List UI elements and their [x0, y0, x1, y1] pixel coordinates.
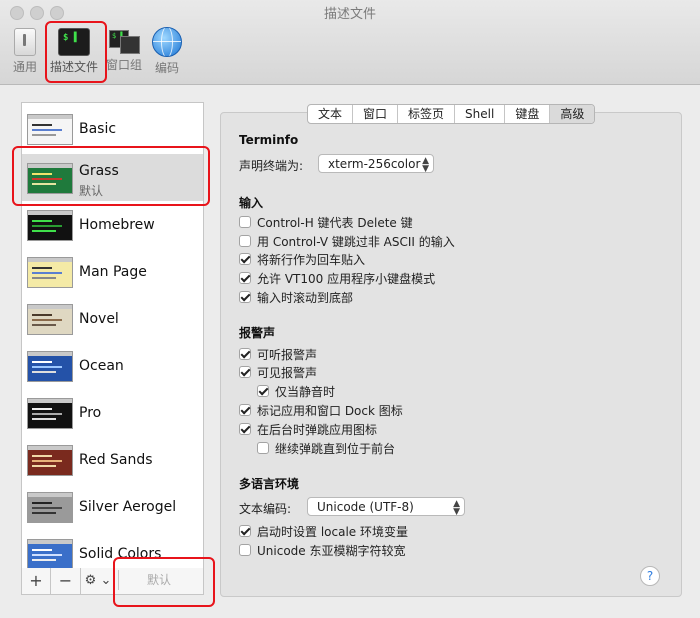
remove-profile-button[interactable]: − — [51, 568, 81, 594]
checkbox[interactable] — [239, 216, 251, 228]
profile-list[interactable]: Basic Grass 默认 Homebrew Man Page Novel O… — [21, 102, 204, 570]
option-bounce-app-icon[interactable]: 在后台时弹跳应用图标 — [239, 421, 377, 437]
chevron-up-down-icon: ▲ ▼ — [422, 156, 429, 174]
profile-actions-gear-icon[interactable]: ⚙︎ ⌄ — [81, 568, 115, 594]
checkbox[interactable] — [239, 348, 251, 360]
window-groups-icon: $ ▌ — [107, 28, 141, 54]
window-title: 描述文件 — [323, 7, 376, 22]
checkbox[interactable] — [239, 525, 251, 537]
tab-advanced[interactable]: 高级 — [550, 105, 595, 123]
profile-thumbnail — [27, 539, 73, 569]
option-badge-dock-icon[interactable]: 标记应用和窗口 Dock 图标 — [239, 402, 403, 418]
declare-terminal-label: 声明终端为: — [239, 159, 304, 173]
profile-thumbnail — [27, 114, 73, 145]
input-heading: 输入 — [239, 196, 264, 210]
profile-name: Man Page — [79, 264, 147, 280]
option-visual-bell[interactable]: 可见报警声 — [239, 364, 317, 380]
text-encoding-value: Unicode (UTF-8) — [317, 500, 414, 514]
profile-thumbnail — [27, 210, 73, 241]
profile-name: Silver Aerogel — [79, 499, 177, 515]
checkbox[interactable] — [257, 385, 269, 397]
toolbar-window-groups-label: 窗口组 — [105, 58, 142, 72]
chevron-up-down-icon: ▲ ▼ — [453, 499, 460, 517]
profile-name: Ocean — [79, 358, 124, 374]
toolbar-profiles[interactable]: $ ▌ 描述文件 — [48, 28, 100, 75]
profile-row-grass[interactable]: Grass 默认 — [22, 154, 203, 201]
settings-tabs: 文本 窗口 标签页 Shell 键盘 高级 — [307, 104, 596, 124]
profile-name: Pro — [79, 405, 102, 421]
option-vt100-keypad[interactable]: 允许 VT100 应用程序小键盘模式 — [239, 270, 435, 286]
window-titlebar: 描述文件 通用 $ ▌ 描述文件 $ ▌ 窗口组 编码 — [0, 0, 700, 85]
globe-icon — [152, 27, 182, 57]
profile-name: Grass — [79, 163, 119, 179]
terminfo-heading: Terminfo — [239, 133, 299, 147]
checkbox[interactable] — [239, 423, 251, 435]
profile-row-basic[interactable]: Basic — [22, 105, 203, 152]
declare-terminal-value: xterm-256color — [328, 157, 421, 171]
profile-thumbnail — [27, 351, 73, 382]
profile-name: Novel — [79, 311, 119, 327]
profile-name: Red Sands — [79, 452, 153, 468]
profile-row-homebrew[interactable]: Homebrew — [22, 201, 203, 248]
text-encoding-select[interactable]: Unicode (UTF-8) ▲ ▼ — [307, 497, 465, 517]
option-audible-bell[interactable]: 可听报警声 — [239, 346, 317, 362]
profile-row-ocean[interactable]: Ocean — [22, 342, 203, 389]
declare-terminal-select[interactable]: xterm-256color ▲ ▼ — [318, 154, 434, 174]
profile-thumbnail — [27, 445, 73, 476]
toolbar-encoding[interactable]: 编码 — [148, 27, 186, 76]
help-icon[interactable]: ? — [640, 566, 660, 586]
tab-text[interactable]: 文本 — [308, 105, 354, 123]
profile-row-silver-aerogel[interactable]: Silver Aerogel — [22, 483, 203, 530]
tab-shell[interactable]: Shell — [455, 105, 506, 123]
toolbar-general-label: 通用 — [12, 60, 37, 74]
profile-row-pro[interactable]: Pro — [22, 389, 203, 436]
profile-thumbnail — [27, 257, 73, 288]
profile-thumbnail — [27, 492, 73, 523]
checkbox[interactable] — [239, 272, 251, 284]
text-encoding-label: 文本编码: — [239, 502, 292, 516]
option-paste-newline-as-cr[interactable]: 将新行作为回车贴入 — [239, 251, 365, 267]
profile-name: Solid Colors — [79, 546, 162, 562]
option-ctrl-v-escape[interactable]: 用 Control-V 键跳过非 ASCII 的输入 — [239, 233, 455, 249]
profile-row-solid-colors[interactable]: Solid Colors — [22, 530, 203, 569]
set-default-button[interactable]: 默认 — [118, 570, 199, 590]
profile-name: Basic — [79, 121, 117, 137]
checkbox[interactable] — [239, 291, 251, 303]
profile-row-man-page[interactable]: Man Page — [22, 248, 203, 295]
tab-window[interactable]: 窗口 — [353, 105, 399, 123]
checkbox[interactable] — [239, 366, 251, 378]
add-profile-button[interactable]: + — [22, 568, 51, 594]
checkbox[interactable] — [239, 253, 251, 265]
checkbox[interactable] — [239, 544, 251, 556]
profile-thumbnail — [27, 304, 73, 335]
option-scroll-to-bottom[interactable]: 输入时滚动到底部 — [239, 289, 353, 305]
option-ctrl-h-delete[interactable]: Control-H 键代表 Delete 键 — [239, 214, 413, 230]
checkbox[interactable] — [239, 235, 251, 247]
toolbar-general[interactable]: 通用 — [8, 28, 42, 75]
tab-tabs[interactable]: 标签页 — [398, 105, 456, 123]
option-east-asian-wide[interactable]: Unicode 东亚模糊字符较宽 — [239, 542, 405, 558]
profile-list-toolbar: + − ⚙︎ ⌄ 默认 — [21, 568, 204, 595]
profile-thumbnail — [27, 163, 73, 194]
toolbar-profiles-label: 描述文件 — [49, 60, 98, 74]
toolbar-window-groups[interactable]: $ ▌ 窗口组 — [104, 28, 144, 73]
option-set-locale-env[interactable]: 启动时设置 locale 环境变量 — [239, 523, 408, 539]
checkbox[interactable] — [239, 404, 251, 416]
option-keep-bouncing[interactable]: 继续弹跳直到位于前台 — [257, 440, 395, 456]
profile-row-red-sands[interactable]: Red Sands — [22, 436, 203, 483]
option-only-when-muted[interactable]: 仅当静音时 — [257, 383, 335, 399]
tab-keyboard[interactable]: 键盘 — [505, 105, 551, 123]
toolbar-encoding-label: 编码 — [154, 61, 179, 75]
terminal-icon: $ ▌ — [58, 28, 90, 56]
bell-heading: 报警声 — [239, 326, 276, 340]
profile-default-tag: 默认 — [79, 184, 104, 198]
profile-name: Homebrew — [79, 217, 155, 233]
checkbox[interactable] — [257, 442, 269, 454]
switch-icon — [14, 28, 36, 56]
profile-thumbnail — [27, 398, 73, 429]
profile-row-novel[interactable]: Novel — [22, 295, 203, 342]
international-heading: 多语言环境 — [239, 477, 300, 491]
